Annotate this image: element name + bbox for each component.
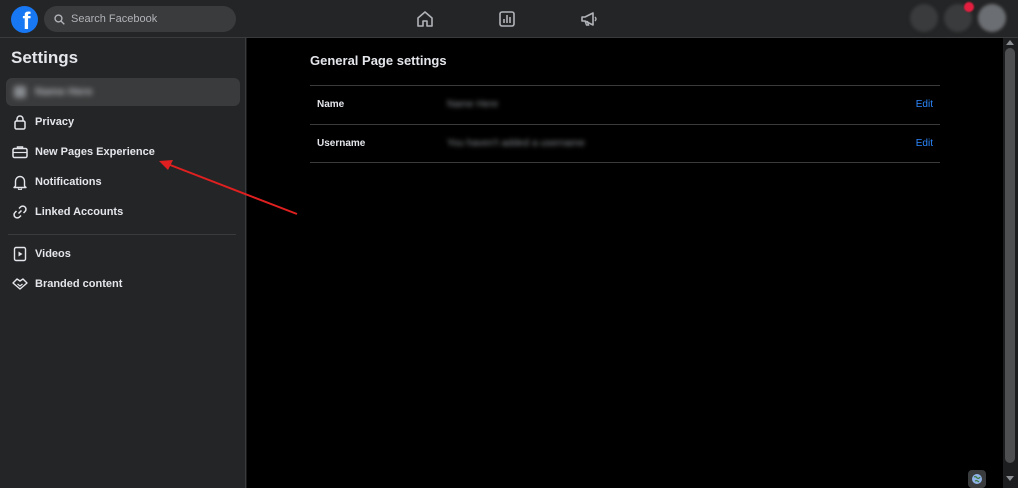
sidebar-item-label: Linked Accounts <box>35 206 124 218</box>
page-scrollbar[interactable] <box>1003 38 1018 488</box>
edit-name-link[interactable]: Edit <box>916 99 933 110</box>
notification-badge <box>964 2 974 12</box>
insights-icon[interactable] <box>497 9 517 29</box>
sidebar-item-notifications[interactable]: Notifications <box>6 168 240 196</box>
sidebar-item-linked-accounts[interactable]: Linked Accounts <box>6 198 240 226</box>
bell-icon <box>11 173 29 191</box>
scroll-down-icon[interactable] <box>1006 476 1014 481</box>
search-input[interactable] <box>71 13 221 25</box>
setting-label-username: Username <box>317 138 366 149</box>
sidebar-title: Settings <box>11 48 79 67</box>
sidebar-item-label: Privacy <box>35 116 75 128</box>
facebook-logo-icon[interactable]: f <box>11 6 38 33</box>
sidebar-item-label: Notifications <box>35 176 102 188</box>
section-divider <box>310 85 940 86</box>
video-icon <box>11 245 29 263</box>
page-avatar-icon <box>11 83 29 101</box>
language-button[interactable] <box>968 470 986 488</box>
link-icon <box>11 203 29 221</box>
facebook-logo-letter: f <box>22 8 31 33</box>
search-box[interactable] <box>44 6 236 32</box>
edit-username-link[interactable]: Edit <box>916 138 933 149</box>
sidebar-item-label: New Pages Experience <box>35 146 155 158</box>
handshake-icon <box>11 275 29 293</box>
row-divider <box>310 162 940 163</box>
sidebar-item-branded-content[interactable]: Branded content <box>6 270 240 298</box>
menu-button[interactable] <box>910 4 938 32</box>
briefcase-icon <box>11 143 29 161</box>
row-divider <box>310 124 940 125</box>
sidebar-item-privacy[interactable]: Privacy <box>6 108 240 136</box>
setting-label-name: Name <box>317 99 345 110</box>
globe-icon <box>972 474 982 484</box>
avatar[interactable] <box>978 4 1006 32</box>
sidebar-item-label: Videos <box>35 248 71 260</box>
sidebar-page-name: Name Here <box>35 86 93 98</box>
megaphone-icon[interactable] <box>579 9 599 29</box>
notifications-button-wrap <box>944 2 974 32</box>
facebook-window: f Settings Name Here <box>0 0 1018 488</box>
account-controls <box>910 2 1006 32</box>
settings-sidebar: Settings Name Here Privacy New Pages Exp… <box>0 38 246 488</box>
sidebar-item-videos[interactable]: Videos <box>6 240 240 268</box>
search-icon <box>54 13 65 25</box>
setting-value-username: You haven't added a username <box>447 138 585 149</box>
top-navigation-bar: f <box>0 0 1018 38</box>
sidebar-item-label: Branded content <box>35 278 123 290</box>
sidebar-divider <box>8 234 236 235</box>
sidebar-item-new-pages-experience[interactable]: New Pages Experience <box>6 138 240 166</box>
page-title: General Page settings <box>310 53 447 68</box>
setting-value-name: Name Here <box>447 99 499 110</box>
main-content: General Page settings Name Name Here Edi… <box>247 38 1003 488</box>
sidebar-item-page[interactable]: Name Here <box>6 78 240 106</box>
scroll-up-icon[interactable] <box>1006 40 1014 45</box>
lock-icon <box>11 113 29 131</box>
scroll-thumb[interactable] <box>1005 48 1015 463</box>
home-icon[interactable] <box>415 9 435 29</box>
